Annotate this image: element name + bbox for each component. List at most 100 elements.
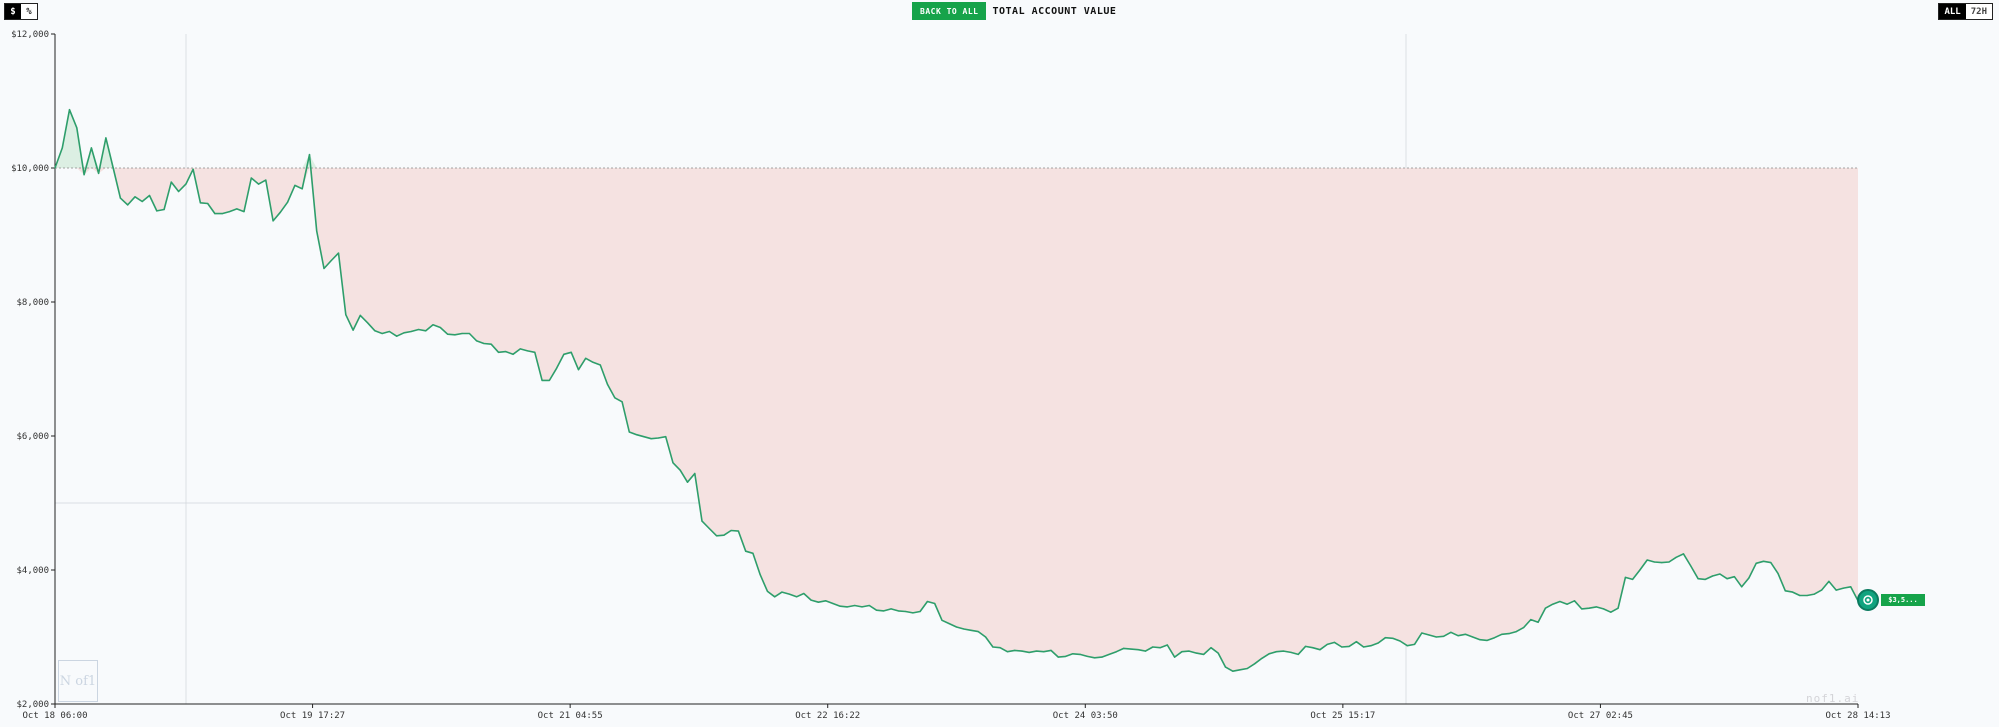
data-point [1573, 600, 1576, 602]
data-point [716, 535, 718, 537]
data-point [1384, 637, 1386, 639]
data-point [156, 210, 158, 212]
data-point [1275, 651, 1277, 653]
data-point [258, 183, 260, 185]
data-point [1006, 651, 1009, 653]
data-point [672, 462, 674, 464]
data-point [817, 601, 820, 603]
model-logo-icon[interactable] [1857, 589, 1879, 611]
data-point [236, 208, 238, 210]
data-point [781, 591, 783, 593]
data-point [919, 610, 921, 613]
data-point [1850, 586, 1852, 588]
data-point [148, 194, 151, 197]
data-point [1450, 631, 1452, 633]
data-point [868, 604, 870, 607]
data-point [1472, 636, 1474, 638]
data-point [701, 520, 703, 522]
data-point [1668, 561, 1670, 563]
data-point [650, 438, 652, 440]
data-point [999, 647, 1001, 649]
data-point [1377, 642, 1379, 644]
data-point [1515, 631, 1517, 633]
data-point [1748, 577, 1750, 579]
data-point [846, 606, 849, 608]
data-point [1784, 590, 1786, 592]
data-point [337, 252, 340, 254]
nof1-logo: N of1 [58, 660, 98, 702]
data-point [1646, 559, 1648, 561]
data-point [628, 431, 630, 433]
data-point [1661, 562, 1663, 564]
data-point [1617, 607, 1619, 609]
data-point [1653, 561, 1655, 563]
data-point [54, 167, 56, 169]
data-point [1421, 632, 1423, 634]
data-point [112, 167, 114, 169]
data-point [1443, 635, 1445, 637]
data-point [272, 220, 274, 222]
data-point [1057, 656, 1059, 658]
data-point [577, 369, 580, 371]
data-point [1108, 653, 1110, 656]
x-tick-label: Oct 21 04:55 [538, 711, 603, 721]
data-point [308, 154, 311, 156]
data-point [1203, 653, 1205, 656]
data-point [541, 379, 543, 381]
data-point [606, 383, 609, 385]
data-point [1188, 650, 1190, 652]
data-point [447, 333, 449, 335]
data-point [941, 619, 943, 621]
data-point [1326, 643, 1328, 646]
data-point [301, 188, 303, 190]
data-point [643, 436, 645, 438]
data-point [1544, 607, 1546, 609]
data-point [476, 340, 478, 342]
data-point [1137, 649, 1139, 651]
data-point [955, 626, 958, 628]
data-point [1014, 649, 1016, 652]
data-point [636, 434, 638, 436]
data-point [352, 329, 354, 331]
data-point [1050, 649, 1052, 652]
data-point [1101, 656, 1103, 658]
data-point [228, 211, 231, 213]
y-tick-label: $6,000 [16, 432, 49, 442]
data-point [170, 181, 172, 183]
nof1-watermark-text: nof1.ai [1806, 692, 1860, 705]
data-point [388, 330, 390, 333]
data-point [1123, 647, 1125, 650]
data-point [1610, 611, 1612, 613]
account-value-chart: $2,000 $4,000 $6,000 $8,000 $10,000 $12,000 Oc… [11, 30, 1890, 721]
data-point [592, 361, 594, 363]
data-point [570, 351, 572, 353]
data-point [1399, 640, 1401, 642]
data-point [1072, 653, 1074, 655]
data-point [1021, 650, 1023, 652]
data-point [527, 350, 529, 352]
data-point [810, 599, 812, 601]
data-point [119, 197, 121, 199]
data-point [1144, 650, 1147, 652]
data-point [68, 109, 71, 111]
x-tick-label: Oct 27 02:45 [1568, 711, 1633, 721]
data-point [912, 612, 914, 614]
data-point [410, 330, 412, 333]
data-point [890, 608, 892, 610]
x-tick-label: Oct 24 03:50 [1053, 711, 1118, 721]
data-point [1595, 606, 1597, 608]
data-point [243, 211, 245, 213]
data-point [61, 147, 63, 149]
data-point [1065, 655, 1067, 658]
data-point [825, 600, 827, 602]
data-point [1770, 562, 1772, 564]
data-point [985, 636, 987, 638]
data-point [454, 334, 456, 336]
data-point [1806, 594, 1808, 597]
data-point [1501, 633, 1503, 635]
data-point [1246, 667, 1248, 670]
data-point [345, 314, 347, 316]
data-point [803, 592, 805, 595]
data-point [497, 351, 500, 353]
data-point [505, 351, 507, 353]
